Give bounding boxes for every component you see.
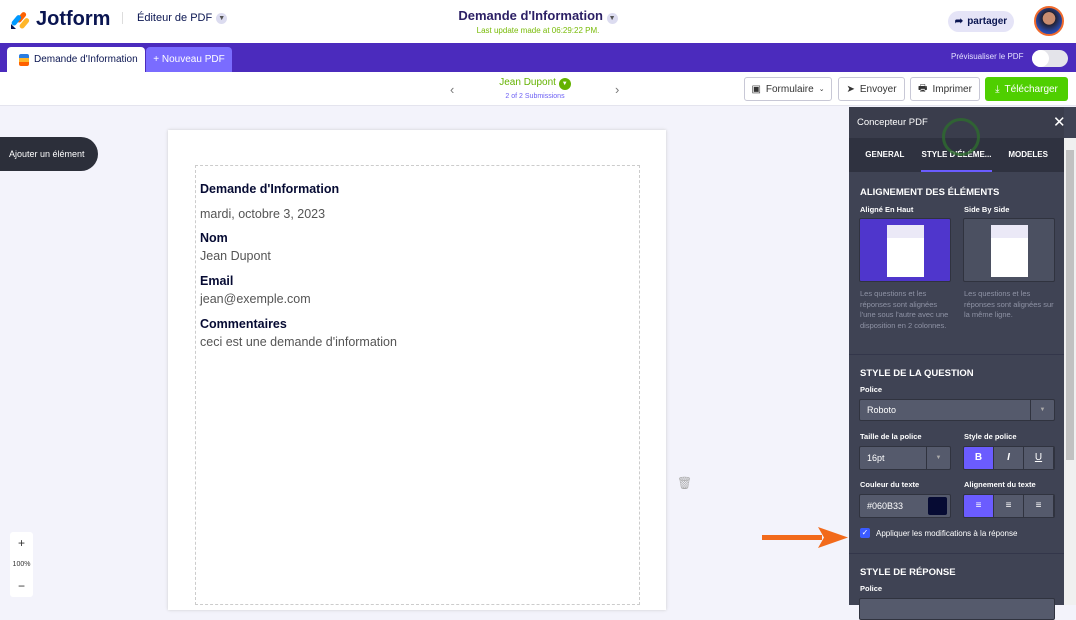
tab-general[interactable]: GENERAL: [849, 138, 921, 172]
text-color-label: Couleur du texte: [860, 480, 920, 489]
font-value: Roboto: [867, 405, 897, 415]
align-center-icon[interactable]: ≡: [994, 495, 1024, 517]
loading-spinner-icon: [942, 118, 980, 156]
align-top-desc: Les questions et les réponses sont align…: [860, 289, 949, 330]
zoom-level: 100%: [12, 561, 31, 568]
align-top-option[interactable]: [859, 218, 951, 282]
orange-arrow-icon: [762, 527, 848, 548]
apply-label: Appliquer les modifications à la réponse: [876, 528, 1018, 538]
bold-button[interactable]: B: [964, 447, 994, 469]
dropdown-arrow-icon: ▼: [1030, 400, 1054, 420]
send-button[interactable]: ➤ Envoyer: [838, 77, 905, 101]
zoom-out-button[interactable]: −: [18, 579, 25, 593]
pdf-content-area[interactable]: [195, 165, 640, 605]
align-top-label: Aligné En Haut: [860, 205, 914, 214]
font-size-select[interactable]: 16pt ▼: [859, 446, 951, 470]
print-button[interactable]: 🖶 Imprimer: [910, 77, 980, 101]
italic-button[interactable]: I: [994, 447, 1024, 469]
layout-preview-icon: [991, 225, 1028, 277]
form-dropdown-button[interactable]: ▣ Formulaire ⌄: [744, 77, 832, 101]
add-element-button[interactable]: Ajouter un élément: [0, 137, 98, 171]
submission-count: 2 of 2 Submissions: [505, 93, 565, 100]
form-title[interactable]: Demande d'Information: [458, 8, 603, 23]
font-style-label: Style de police: [964, 432, 1017, 441]
trash-icon[interactable]: 🗑: [677, 476, 692, 490]
send-icon: ➤: [846, 83, 855, 95]
font-label: Police: [860, 385, 883, 394]
text-align-label: Alignement du texte: [964, 480, 1036, 489]
apply-to-answer[interactable]: ✓ Appliquer les modifications à la répon…: [860, 528, 1017, 538]
color-swatch[interactable]: [928, 497, 947, 515]
dropdown-arrow-icon: ▼: [926, 447, 950, 469]
document-icon: [19, 53, 29, 66]
side-by-side-label: Side By Side: [964, 205, 1010, 214]
answer-font-label: Police: [860, 584, 883, 593]
print-label: Imprimer: [932, 83, 972, 95]
answer-email[interactable]: jean@exemple.com: [200, 292, 311, 306]
form-title-area: Demande d'Information ▼ Last update made…: [0, 8, 1076, 35]
send-label: Envoyer: [859, 83, 897, 95]
doc-title[interactable]: Demande d'Information: [200, 182, 339, 196]
answer-comments[interactable]: ceci est une demande d'information: [200, 335, 397, 349]
last-update: Last update made at 06:29:22 PM.: [476, 26, 600, 35]
share-label: partager: [967, 16, 1008, 27]
share-icon: ➦: [954, 16, 964, 27]
question-style-heading: STYLE DE LA QUESTION: [860, 368, 974, 379]
font-size-value: 16pt: [867, 453, 885, 463]
zoom-controls: + 100% −: [10, 532, 33, 597]
text-align-group: ≡ ≡ ≡: [963, 494, 1055, 518]
submission-name[interactable]: Jean Dupont: [499, 77, 556, 88]
tab-pdf-document[interactable]: Demande d'Information: [7, 47, 145, 72]
download-label: Télécharger: [1004, 83, 1058, 95]
prev-submission-icon[interactable]: ‹: [450, 82, 454, 97]
font-style-group: B I U: [963, 446, 1055, 470]
share-button[interactable]: ➦ partager: [948, 11, 1014, 32]
question-comments[interactable]: Commentaires: [200, 317, 287, 331]
download-icon: ⤓: [995, 83, 1000, 95]
underline-button[interactable]: U: [1024, 447, 1054, 469]
answer-font-select[interactable]: [859, 598, 1055, 620]
form-icon: ▣: [751, 83, 761, 95]
text-color-value: #060B33: [867, 501, 904, 511]
text-color-input[interactable]: #060B33: [859, 494, 951, 518]
chevron-down-icon[interactable]: ▼: [558, 78, 571, 90]
align-right-icon[interactable]: ≡: [1024, 495, 1054, 517]
checkbox-checked-icon[interactable]: ✓: [860, 528, 870, 538]
print-icon: 🖶: [918, 82, 928, 94]
chevron-down-icon[interactable]: ▼: [606, 13, 618, 24]
zoom-in-button[interactable]: +: [18, 536, 25, 550]
side-by-side-desc: Les questions et les réponses sont align…: [964, 289, 1054, 319]
align-left-icon[interactable]: ≡: [964, 495, 994, 517]
layout-preview-icon: [887, 225, 924, 277]
doc-date[interactable]: mardi, octobre 3, 2023: [200, 207, 325, 221]
next-submission-icon[interactable]: ›: [615, 82, 619, 97]
answer-name[interactable]: Jean Dupont: [200, 249, 271, 263]
align-heading: ALIGNEMENT DES ÉLÉMENTS: [860, 187, 1000, 198]
download-button[interactable]: ⤓ Télécharger: [985, 77, 1068, 101]
preview-label: Prévisualiser le PDF: [951, 52, 1024, 61]
tab-templates[interactable]: MODELES: [992, 138, 1064, 172]
divider: [849, 553, 1064, 554]
chevron-down-icon: ⌄: [818, 86, 825, 93]
scrollbar-thumb[interactable]: [1066, 150, 1074, 460]
new-pdf-tab[interactable]: + Nouveau PDF: [146, 47, 232, 72]
side-by-side-option[interactable]: [963, 218, 1055, 282]
preview-toggle[interactable]: [1032, 50, 1068, 67]
font-select[interactable]: Roboto ▼: [859, 399, 1055, 421]
answer-style-heading: STYLE DE RÉPONSE: [860, 567, 956, 578]
close-icon[interactable]: ✕: [1053, 113, 1066, 131]
form-label: Formulaire: [765, 83, 814, 95]
avatar[interactable]: [1034, 6, 1064, 36]
tab-label: Demande d'Information: [34, 54, 138, 65]
question-email[interactable]: Email: [200, 274, 233, 288]
submission-nav: Jean Dupont ▼ 2 of 2 Submissions: [480, 77, 590, 100]
question-name[interactable]: Nom: [200, 231, 228, 245]
divider: [849, 354, 1064, 355]
size-label: Taille de la police: [860, 432, 922, 441]
